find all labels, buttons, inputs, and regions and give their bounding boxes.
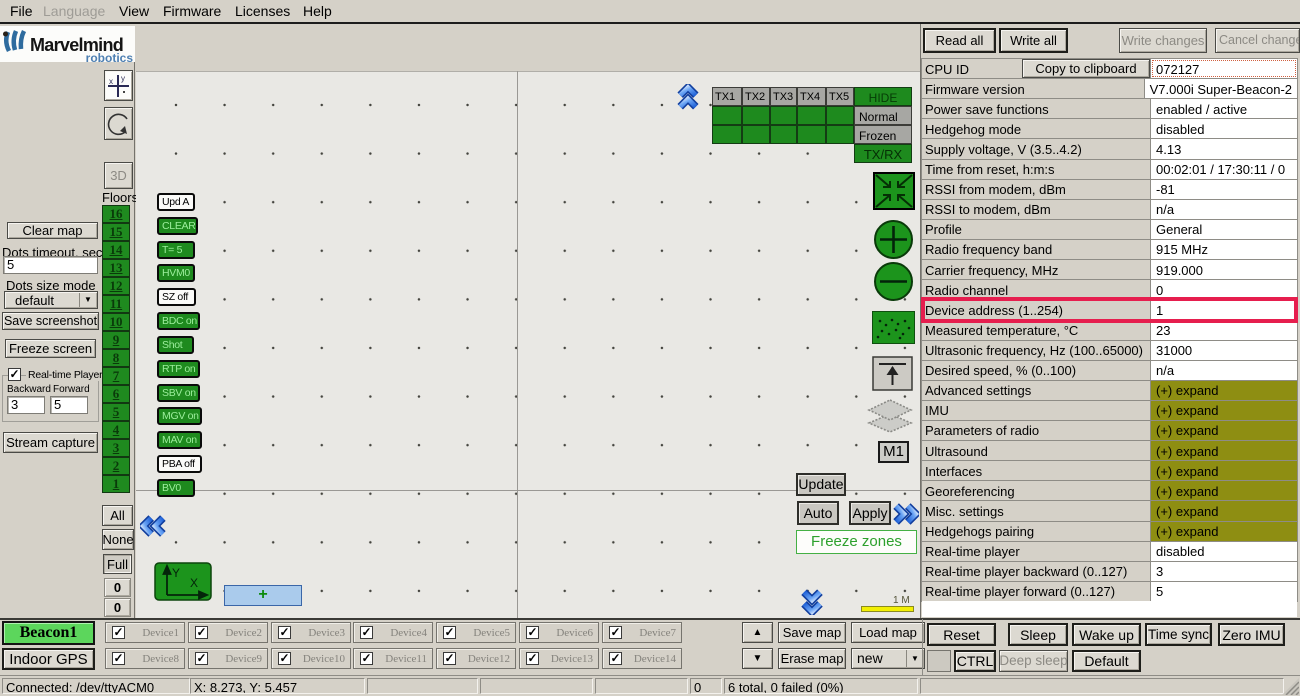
svg-text:Y: Y xyxy=(172,566,180,580)
svg-text:x: x xyxy=(109,77,113,86)
svg-text:X: X xyxy=(190,576,198,590)
svg-text:y: y xyxy=(121,74,125,83)
